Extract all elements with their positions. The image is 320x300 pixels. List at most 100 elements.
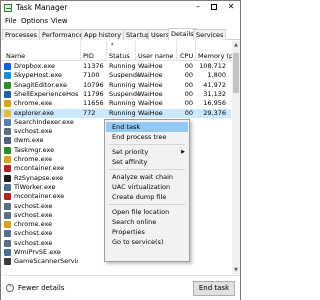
process-icon	[4, 100, 11, 108]
process-user: WaiHoe	[138, 80, 163, 89]
chevron-up-icon[interactable]: ⌃	[6, 284, 14, 292]
process-name: ShellExperienceHost...	[14, 89, 78, 98]
scroll-thumb[interactable]	[233, 53, 239, 93]
menu-separator	[109, 144, 185, 145]
process-memory: 108,712	[199, 62, 226, 70]
menu-view[interactable]: View	[51, 17, 68, 25]
title-bar: Task Manager – ✕	[1, 1, 240, 15]
process-icon	[4, 211, 11, 219]
table-row[interactable]: SnagitEditor.exe 10796 Running WaiHoe 00…	[1, 81, 231, 90]
ctx-go-to-services[interactable]: Go to service(s)	[106, 237, 188, 247]
column-header-status[interactable]: Status	[109, 52, 130, 60]
maximize-button[interactable]	[206, 1, 222, 14]
process-name: SearchIndexer.exe	[14, 117, 74, 126]
scroll-down-icon[interactable]: ▼	[232, 266, 240, 274]
tab-app-history[interactable]: App history	[81, 29, 125, 40]
process-name: RzSynapse.exe	[14, 173, 64, 182]
process-icon	[4, 90, 11, 98]
ctx-open-file-location[interactable]: Open file location	[106, 207, 188, 217]
scroll-up-icon[interactable]: ▲	[232, 41, 240, 49]
process-icon	[4, 165, 11, 173]
process-name: svchost.exe	[14, 238, 53, 247]
process-icon	[4, 156, 11, 163]
process-icon	[4, 146, 11, 154]
process-name: WmiPrvSE.exe	[14, 248, 61, 256]
submenu-arrow-icon: ▶	[181, 149, 185, 155]
ctx-search-online[interactable]: Search online	[106, 217, 188, 227]
ctx-create-dump-file[interactable]: Create dump file	[106, 192, 188, 202]
process-status: Suspended	[109, 89, 139, 98]
process-status: Running	[109, 80, 136, 89]
column-separator[interactable]	[80, 41, 81, 61]
process-memory: 41,972	[203, 80, 226, 89]
menu-bar: File Options View	[1, 16, 240, 27]
table-row-selected[interactable]: explorer.exe 772 Running WaiHoe 00 29,37…	[1, 108, 231, 118]
process-cpu: 00	[184, 99, 193, 108]
table-row[interactable]: Dropbox.exe 11376 Running WaiHoe 00 108,…	[1, 62, 231, 71]
ctx-end-task[interactable]: End task	[106, 122, 188, 132]
process-name: TiWorker.exe	[14, 182, 56, 191]
process-pid: 11656	[83, 99, 104, 108]
menu-separator	[109, 169, 185, 170]
ctx-set-priority[interactable]: Set priority ▶	[106, 147, 188, 157]
table-row[interactable]: ShellExperienceHost... 11796 Suspended W…	[1, 90, 231, 99]
process-icon	[4, 193, 11, 201]
end-task-button[interactable]: End task	[193, 281, 235, 296]
process-cpu: 00	[184, 89, 193, 98]
ctx-analyze-wait-chain[interactable]: Analyze wait chain	[106, 172, 188, 182]
context-menu: End task End process tree Set priority ▶…	[104, 119, 190, 262]
process-pid: 10796	[83, 80, 104, 89]
tab-performance[interactable]: Performance	[39, 29, 87, 40]
table-row[interactable]: chrome.exe 11656 Running WaiHoe 00 16,95…	[1, 99, 231, 108]
task-manager-window: Task Manager – ✕ File Options View Proce…	[0, 0, 241, 300]
ctx-set-priority-label: Set priority	[112, 148, 149, 156]
process-icon	[4, 137, 11, 145]
ctx-end-process-tree[interactable]: End process tree	[106, 132, 188, 142]
column-separator[interactable]	[135, 41, 136, 61]
process-memory: 16,956	[203, 99, 226, 108]
menu-options[interactable]: Options	[21, 17, 48, 25]
process-memory: 31,132	[203, 89, 226, 98]
process-icon	[4, 183, 11, 191]
process-status: Suspended	[109, 71, 139, 80]
process-icon	[4, 72, 11, 80]
process-icon	[4, 202, 11, 210]
process-name: svchost.exe	[14, 210, 53, 219]
process-memory: 29,376	[203, 108, 226, 117]
process-icon	[4, 230, 11, 238]
tab-processes[interactable]: Processes	[2, 29, 41, 40]
column-separator[interactable]	[106, 41, 107, 61]
minimize-button[interactable]: –	[190, 1, 206, 14]
ctx-properties[interactable]: Properties	[106, 227, 188, 237]
tab-bar: Processes Performance App history Startu…	[1, 28, 240, 40]
process-pid: 11796	[83, 89, 104, 98]
process-cpu: 00	[184, 108, 193, 117]
column-header-name[interactable]: Name	[6, 52, 25, 60]
ctx-uac-virtualization[interactable]: UAC virtualization	[106, 182, 188, 192]
process-icon	[4, 174, 11, 182]
column-header-user[interactable]: User name	[138, 52, 173, 60]
process-name: mcontainer.exe	[14, 192, 65, 201]
table-row[interactable]: SkypeHost.exe 7100 Suspended WaiHoe 00 1…	[1, 71, 231, 80]
process-pid: 11376	[83, 62, 104, 70]
process-name: svchost.exe	[14, 229, 53, 238]
column-separator[interactable]	[176, 41, 177, 61]
process-cpu: 00	[184, 71, 193, 80]
vertical-scrollbar[interactable]: ▲ ▼	[232, 41, 240, 274]
column-header-pid[interactable]: PID	[83, 52, 94, 60]
fewer-details-link[interactable]: Fewer details	[18, 284, 64, 292]
tab-services[interactable]: Services	[193, 29, 227, 40]
menu-file[interactable]: File	[5, 17, 17, 25]
column-separator[interactable]	[195, 41, 196, 61]
close-button[interactable]: ✕	[223, 1, 239, 14]
process-user: WaiHoe	[138, 99, 163, 108]
process-icon	[4, 109, 11, 117]
process-name: SkypeHost.exe	[14, 71, 63, 80]
maximize-icon	[211, 3, 217, 10]
process-pid: 7100	[83, 71, 100, 80]
ctx-set-affinity[interactable]: Set affinity	[106, 157, 188, 167]
column-header-cpu[interactable]: CPU	[180, 52, 193, 60]
process-name: chrome.exe	[14, 155, 53, 163]
footer-bar: ⌃ Fewer details End task	[1, 275, 240, 300]
process-name: svchost.exe	[14, 201, 53, 210]
